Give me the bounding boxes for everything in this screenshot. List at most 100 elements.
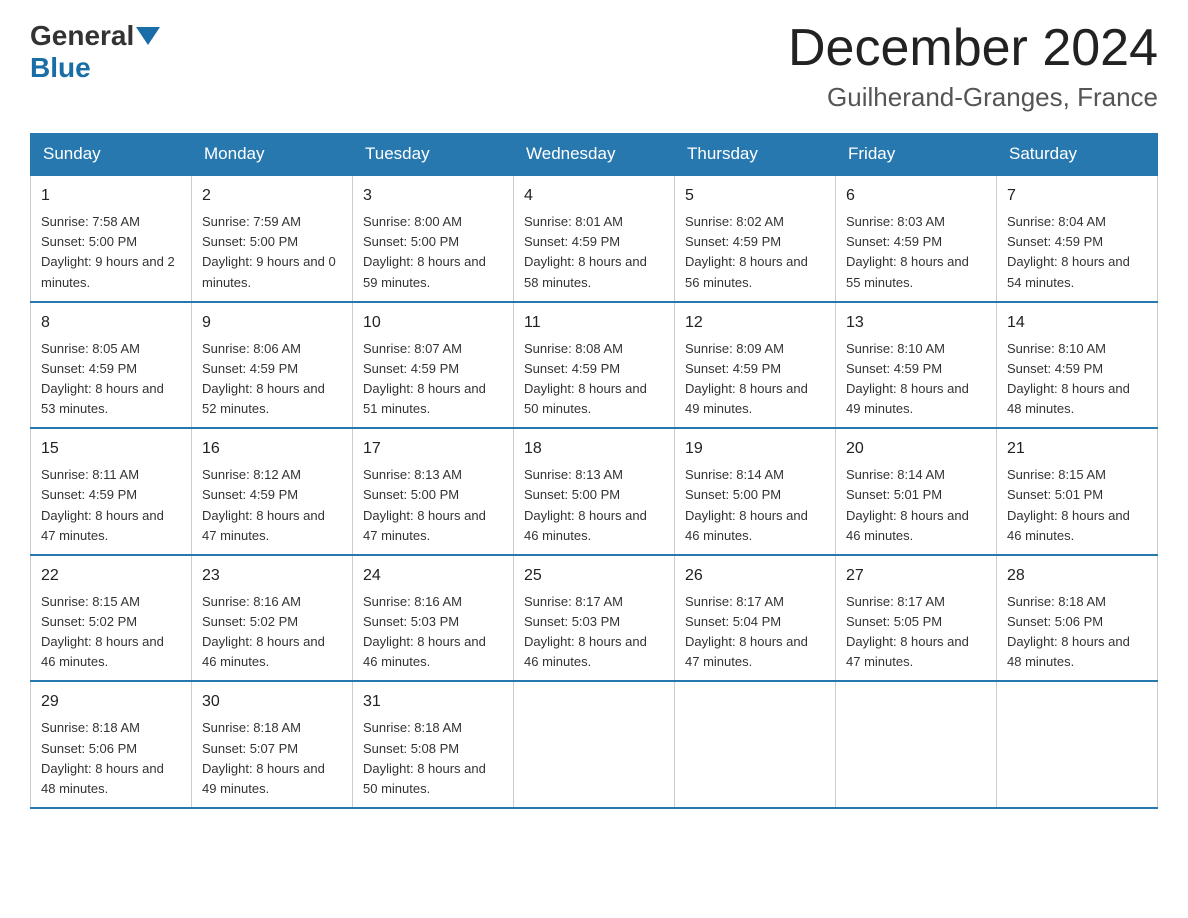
calendar-cell: 23 Sunrise: 8:16 AMSunset: 5:02 PMDayligh… — [192, 555, 353, 682]
day-number: 25 — [524, 564, 664, 588]
logo-general-text: General — [30, 20, 134, 52]
day-info: Sunrise: 8:15 AMSunset: 5:01 PMDaylight:… — [1007, 467, 1130, 542]
location-title: Guilherand-Granges, France — [788, 82, 1158, 113]
day-number: 3 — [363, 184, 503, 208]
day-info: Sunrise: 8:18 AMSunset: 5:06 PMDaylight:… — [41, 720, 164, 795]
day-number: 4 — [524, 184, 664, 208]
calendar-cell: 24 Sunrise: 8:16 AMSunset: 5:03 PMDayligh… — [353, 555, 514, 682]
day-number: 17 — [363, 437, 503, 461]
calendar-week-5: 29 Sunrise: 8:18 AMSunset: 5:06 PMDayligh… — [31, 681, 1158, 808]
day-info: Sunrise: 8:13 AMSunset: 5:00 PMDaylight:… — [524, 467, 647, 542]
day-info: Sunrise: 8:18 AMSunset: 5:07 PMDaylight:… — [202, 720, 325, 795]
calendar-cell: 6 Sunrise: 8:03 AMSunset: 4:59 PMDaylight… — [836, 175, 997, 302]
day-number: 14 — [1007, 311, 1147, 335]
day-number: 22 — [41, 564, 181, 588]
day-number: 11 — [524, 311, 664, 335]
day-info: Sunrise: 8:04 AMSunset: 4:59 PMDaylight:… — [1007, 214, 1130, 289]
day-number: 10 — [363, 311, 503, 335]
month-title: December 2024 — [788, 20, 1158, 77]
day-info: Sunrise: 8:08 AMSunset: 4:59 PMDaylight:… — [524, 341, 647, 416]
calendar-cell: 14 Sunrise: 8:10 AMSunset: 4:59 PMDayligh… — [997, 302, 1158, 429]
calendar-week-2: 8 Sunrise: 8:05 AMSunset: 4:59 PMDaylight… — [31, 302, 1158, 429]
day-info: Sunrise: 8:10 AMSunset: 4:59 PMDaylight:… — [846, 341, 969, 416]
weekday-header-friday: Friday — [836, 134, 997, 176]
day-info: Sunrise: 8:18 AMSunset: 5:06 PMDaylight:… — [1007, 594, 1130, 669]
day-info: Sunrise: 8:17 AMSunset: 5:04 PMDaylight:… — [685, 594, 808, 669]
calendar-cell: 22 Sunrise: 8:15 AMSunset: 5:02 PMDayligh… — [31, 555, 192, 682]
calendar-cell — [514, 681, 675, 808]
logo-blue-text: Blue — [30, 52, 91, 83]
day-number: 20 — [846, 437, 986, 461]
calendar-cell: 16Sunrise: 8:12 AMSunset: 4:59 PMDayligh… — [192, 428, 353, 555]
day-number: 29 — [41, 690, 181, 714]
day-info: Sunrise: 7:59 AMSunset: 5:00 PMDaylight:… — [202, 214, 336, 289]
calendar-cell: 27 Sunrise: 8:17 AMSunset: 5:05 PMDayligh… — [836, 555, 997, 682]
day-info: Sunrise: 8:05 AMSunset: 4:59 PMDaylight:… — [41, 341, 164, 416]
day-number: 5 — [685, 184, 825, 208]
day-info: Sunrise: 8:16 AMSunset: 5:02 PMDaylight:… — [202, 594, 325, 669]
day-number: 21 — [1007, 437, 1147, 461]
weekday-header-thursday: Thursday — [675, 134, 836, 176]
day-info: Sunrise: 8:01 AMSunset: 4:59 PMDaylight:… — [524, 214, 647, 289]
calendar-table: SundayMondayTuesdayWednesdayThursdayFrid… — [30, 133, 1158, 809]
calendar-cell: 5 Sunrise: 8:02 AMSunset: 4:59 PMDaylight… — [675, 175, 836, 302]
day-info: Sunrise: 8:15 AMSunset: 5:02 PMDaylight:… — [41, 594, 164, 669]
calendar-cell: 2 Sunrise: 7:59 AMSunset: 5:00 PMDaylight… — [192, 175, 353, 302]
day-info: Sunrise: 8:00 AMSunset: 5:00 PMDaylight:… — [363, 214, 486, 289]
day-number: 30 — [202, 690, 342, 714]
day-number: 31 — [363, 690, 503, 714]
day-info: Sunrise: 8:02 AMSunset: 4:59 PMDaylight:… — [685, 214, 808, 289]
title-area: December 2024 Guilherand-Granges, France — [788, 20, 1158, 113]
day-number: 8 — [41, 311, 181, 335]
day-info: Sunrise: 8:14 AMSunset: 5:00 PMDaylight:… — [685, 467, 808, 542]
day-number: 6 — [846, 184, 986, 208]
calendar-cell: 3 Sunrise: 8:00 AMSunset: 5:00 PMDaylight… — [353, 175, 514, 302]
day-number: 9 — [202, 311, 342, 335]
day-number: 12 — [685, 311, 825, 335]
day-info: Sunrise: 8:10 AMSunset: 4:59 PMDaylight:… — [1007, 341, 1130, 416]
calendar-cell: 7 Sunrise: 8:04 AMSunset: 4:59 PMDaylight… — [997, 175, 1158, 302]
day-number: 23 — [202, 564, 342, 588]
day-info: Sunrise: 8:13 AMSunset: 5:00 PMDaylight:… — [363, 467, 486, 542]
calendar-cell: 28 Sunrise: 8:18 AMSunset: 5:06 PMDayligh… — [997, 555, 1158, 682]
calendar-cell: 29 Sunrise: 8:18 AMSunset: 5:06 PMDayligh… — [31, 681, 192, 808]
calendar-cell: 19 Sunrise: 8:14 AMSunset: 5:00 PMDayligh… — [675, 428, 836, 555]
page-header: General Blue December 2024 Guilherand-Gr… — [30, 20, 1158, 113]
calendar-cell: 12Sunrise: 8:09 AMSunset: 4:59 PMDayligh… — [675, 302, 836, 429]
day-number: 28 — [1007, 564, 1147, 588]
day-number: 16 — [202, 437, 342, 461]
calendar-cell: 11 Sunrise: 8:08 AMSunset: 4:59 PMDayligh… — [514, 302, 675, 429]
calendar-cell: 17 Sunrise: 8:13 AMSunset: 5:00 PMDayligh… — [353, 428, 514, 555]
day-number: 1 — [41, 184, 181, 208]
weekday-header-sunday: Sunday — [31, 134, 192, 176]
day-info: Sunrise: 8:16 AMSunset: 5:03 PMDaylight:… — [363, 594, 486, 669]
weekday-header-monday: Monday — [192, 134, 353, 176]
calendar-cell — [675, 681, 836, 808]
calendar-cell: 15 Sunrise: 8:11 AMSunset: 4:59 PMDayligh… — [31, 428, 192, 555]
weekday-header-saturday: Saturday — [997, 134, 1158, 176]
day-info: Sunrise: 7:58 AMSunset: 5:00 PMDaylight:… — [41, 214, 175, 289]
day-number: 27 — [846, 564, 986, 588]
calendar-cell: 25 Sunrise: 8:17 AMSunset: 5:03 PMDayligh… — [514, 555, 675, 682]
calendar-week-4: 22 Sunrise: 8:15 AMSunset: 5:02 PMDayligh… — [31, 555, 1158, 682]
day-number: 7 — [1007, 184, 1147, 208]
weekday-header-row: SundayMondayTuesdayWednesdayThursdayFrid… — [31, 134, 1158, 176]
calendar-cell: 10Sunrise: 8:07 AMSunset: 4:59 PMDayligh… — [353, 302, 514, 429]
logo: General Blue — [30, 20, 162, 84]
day-number: 19 — [685, 437, 825, 461]
logo-triangle-icon — [136, 27, 160, 45]
calendar-cell — [836, 681, 997, 808]
day-number: 13 — [846, 311, 986, 335]
calendar-cell: 21 Sunrise: 8:15 AMSunset: 5:01 PMDayligh… — [997, 428, 1158, 555]
day-number: 15 — [41, 437, 181, 461]
calendar-cell: 4 Sunrise: 8:01 AMSunset: 4:59 PMDaylight… — [514, 175, 675, 302]
day-info: Sunrise: 8:03 AMSunset: 4:59 PMDaylight:… — [846, 214, 969, 289]
day-number: 24 — [363, 564, 503, 588]
day-info: Sunrise: 8:17 AMSunset: 5:05 PMDaylight:… — [846, 594, 969, 669]
day-number: 2 — [202, 184, 342, 208]
calendar-cell: 1 Sunrise: 7:58 AMSunset: 5:00 PMDaylight… — [31, 175, 192, 302]
day-info: Sunrise: 8:18 AMSunset: 5:08 PMDaylight:… — [363, 720, 486, 795]
calendar-cell — [997, 681, 1158, 808]
day-info: Sunrise: 8:11 AMSunset: 4:59 PMDaylight:… — [41, 467, 164, 542]
day-info: Sunrise: 8:17 AMSunset: 5:03 PMDaylight:… — [524, 594, 647, 669]
